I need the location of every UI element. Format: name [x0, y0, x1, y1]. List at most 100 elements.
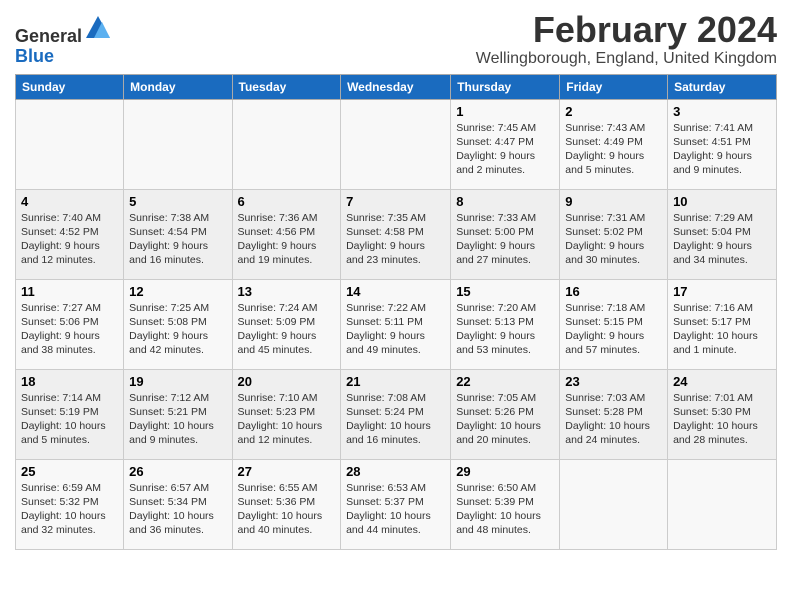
calendar-cell: 16 Sunrise: 7:18 AM Sunset: 5:15 PM Dayli…	[560, 279, 668, 369]
week-row-5: 25 Sunrise: 6:59 AM Sunset: 5:32 PM Dayli…	[16, 459, 777, 549]
weekday-header-saturday: Saturday	[668, 74, 777, 99]
day-number: 7	[346, 194, 445, 209]
calendar-cell: 27 Sunrise: 6:55 AM Sunset: 5:36 PM Dayli…	[232, 459, 341, 549]
cell-content: Sunrise: 6:57 AM Sunset: 5:34 PM Dayligh…	[129, 481, 226, 538]
calendar-table: SundayMondayTuesdayWednesdayThursdayFrid…	[15, 74, 777, 550]
calendar-cell: 2 Sunrise: 7:43 AM Sunset: 4:49 PM Daylig…	[560, 99, 668, 189]
calendar-cell: 20Sunrise: 7:10 AM Sunset: 5:23 PM Dayli…	[232, 369, 341, 459]
day-number: 3	[673, 104, 771, 119]
cell-content: Sunrise: 7:31 AM Sunset: 5:02 PM Dayligh…	[565, 211, 662, 268]
calendar-cell	[232, 99, 341, 189]
day-number: 24	[673, 374, 771, 389]
title-area: February 2024 Wellingborough, England, U…	[476, 10, 777, 68]
day-number: 27	[238, 464, 336, 479]
weekday-header-row: SundayMondayTuesdayWednesdayThursdayFrid…	[16, 74, 777, 99]
cell-content: Sunrise: 6:59 AM Sunset: 5:32 PM Dayligh…	[21, 481, 118, 538]
cell-content: Sunrise: 7:40 AM Sunset: 4:52 PM Dayligh…	[21, 211, 118, 268]
calendar-cell: 22Sunrise: 7:05 AM Sunset: 5:26 PM Dayli…	[451, 369, 560, 459]
cell-content: Sunrise: 7:18 AM Sunset: 5:15 PM Dayligh…	[565, 301, 662, 358]
main-title: February 2024	[476, 10, 777, 50]
calendar-cell: 23 Sunrise: 7:03 AM Sunset: 5:28 PM Dayli…	[560, 369, 668, 459]
calendar-cell: 5 Sunrise: 7:38 AM Sunset: 4:54 PM Daylig…	[124, 189, 232, 279]
calendar-cell	[16, 99, 124, 189]
week-row-2: 4 Sunrise: 7:40 AM Sunset: 4:52 PM Daylig…	[16, 189, 777, 279]
logo-blue: Blue	[15, 46, 54, 66]
day-number: 4	[21, 194, 118, 209]
day-number: 2	[565, 104, 662, 119]
cell-content: Sunrise: 7:38 AM Sunset: 4:54 PM Dayligh…	[129, 211, 226, 268]
weekday-header-wednesday: Wednesday	[341, 74, 451, 99]
calendar-cell: 3 Sunrise: 7:41 AM Sunset: 4:51 PM Daylig…	[668, 99, 777, 189]
day-number: 15	[456, 284, 554, 299]
cell-content: Sunrise: 7:03 AM Sunset: 5:28 PM Dayligh…	[565, 391, 662, 448]
calendar-cell: 11 Sunrise: 7:27 AM Sunset: 5:06 PM Dayli…	[16, 279, 124, 369]
calendar-cell	[124, 99, 232, 189]
day-number: 5	[129, 194, 226, 209]
cell-content: Sunrise: 7:12 AM Sunset: 5:21 PM Dayligh…	[129, 391, 226, 448]
calendar-cell: 12 Sunrise: 7:25 AM Sunset: 5:08 PM Dayli…	[124, 279, 232, 369]
day-number: 26	[129, 464, 226, 479]
calendar-cell: 10 Sunrise: 7:29 AM Sunset: 5:04 PM Dayli…	[668, 189, 777, 279]
cell-content: Sunrise: 7:20 AM Sunset: 5:13 PM Dayligh…	[456, 301, 554, 358]
cell-content: Sunrise: 6:50 AM Sunset: 5:39 PM Dayligh…	[456, 481, 554, 538]
cell-content: Sunrise: 7:43 AM Sunset: 4:49 PM Dayligh…	[565, 121, 662, 178]
cell-content: Sunrise: 7:10 AM Sunset: 5:23 PM Dayligh…	[238, 391, 336, 448]
calendar-cell: 19 Sunrise: 7:12 AM Sunset: 5:21 PM Dayli…	[124, 369, 232, 459]
calendar-cell	[341, 99, 451, 189]
cell-content: Sunrise: 7:05 AM Sunset: 5:26 PM Dayligh…	[456, 391, 554, 448]
day-number: 6	[238, 194, 336, 209]
day-number: 17	[673, 284, 771, 299]
cell-content: Sunrise: 7:08 AM Sunset: 5:24 PM Dayligh…	[346, 391, 445, 448]
calendar-cell: 26 Sunrise: 6:57 AM Sunset: 5:34 PM Dayli…	[124, 459, 232, 549]
day-number: 13	[238, 284, 336, 299]
calendar-cell: 6 Sunrise: 7:36 AM Sunset: 4:56 PM Daylig…	[232, 189, 341, 279]
day-number: 10	[673, 194, 771, 209]
cell-content: Sunrise: 7:41 AM Sunset: 4:51 PM Dayligh…	[673, 121, 771, 178]
day-number: 8	[456, 194, 554, 209]
day-number: 16	[565, 284, 662, 299]
week-row-1: 1 Sunrise: 7:45 AM Sunset: 4:47 PM Daylig…	[16, 99, 777, 189]
day-number: 29	[456, 464, 554, 479]
day-number: 11	[21, 284, 118, 299]
calendar-cell: 14Sunrise: 7:22 AM Sunset: 5:11 PM Dayli…	[341, 279, 451, 369]
day-number: 23	[565, 374, 662, 389]
cell-content: Sunrise: 7:35 AM Sunset: 4:58 PM Dayligh…	[346, 211, 445, 268]
calendar-cell: 28 Sunrise: 6:53 AM Sunset: 5:37 PM Dayli…	[341, 459, 451, 549]
cell-content: Sunrise: 7:36 AM Sunset: 4:56 PM Dayligh…	[238, 211, 336, 268]
weekday-header-thursday: Thursday	[451, 74, 560, 99]
day-number: 1	[456, 104, 554, 119]
cell-content: Sunrise: 6:55 AM Sunset: 5:36 PM Dayligh…	[238, 481, 336, 538]
calendar-cell: 18Sunrise: 7:14 AM Sunset: 5:19 PM Dayli…	[16, 369, 124, 459]
cell-content: Sunrise: 6:53 AM Sunset: 5:37 PM Dayligh…	[346, 481, 445, 538]
calendar-cell: 25 Sunrise: 6:59 AM Sunset: 5:32 PM Dayli…	[16, 459, 124, 549]
day-number: 19	[129, 374, 226, 389]
day-number: 28	[346, 464, 445, 479]
weekday-header-sunday: Sunday	[16, 74, 124, 99]
calendar-cell: 9Sunrise: 7:31 AM Sunset: 5:02 PM Daylig…	[560, 189, 668, 279]
day-number: 25	[21, 464, 118, 479]
calendar-cell: 8 Sunrise: 7:33 AM Sunset: 5:00 PM Daylig…	[451, 189, 560, 279]
calendar-cell: 24Sunrise: 7:01 AM Sunset: 5:30 PM Dayli…	[668, 369, 777, 459]
calendar-cell: 21Sunrise: 7:08 AM Sunset: 5:24 PM Dayli…	[341, 369, 451, 459]
calendar-cell	[668, 459, 777, 549]
cell-content: Sunrise: 7:16 AM Sunset: 5:17 PM Dayligh…	[673, 301, 771, 358]
cell-content: Sunrise: 7:24 AM Sunset: 5:09 PM Dayligh…	[238, 301, 336, 358]
cell-content: Sunrise: 7:27 AM Sunset: 5:06 PM Dayligh…	[21, 301, 118, 358]
weekday-header-tuesday: Tuesday	[232, 74, 341, 99]
cell-content: Sunrise: 7:33 AM Sunset: 5:00 PM Dayligh…	[456, 211, 554, 268]
header: General Blue February 2024 Wellingboroug…	[15, 10, 777, 68]
logo-icon	[84, 14, 112, 42]
subtitle: Wellingborough, England, United Kingdom	[476, 50, 777, 68]
cell-content: Sunrise: 7:45 AM Sunset: 4:47 PM Dayligh…	[456, 121, 554, 178]
calendar-cell: 13 Sunrise: 7:24 AM Sunset: 5:09 PM Dayli…	[232, 279, 341, 369]
cell-content: Sunrise: 7:25 AM Sunset: 5:08 PM Dayligh…	[129, 301, 226, 358]
day-number: 12	[129, 284, 226, 299]
cell-content: Sunrise: 7:14 AM Sunset: 5:19 PM Dayligh…	[21, 391, 118, 448]
calendar-cell: 4 Sunrise: 7:40 AM Sunset: 4:52 PM Daylig…	[16, 189, 124, 279]
cell-content: Sunrise: 7:29 AM Sunset: 5:04 PM Dayligh…	[673, 211, 771, 268]
cell-content: Sunrise: 7:22 AM Sunset: 5:11 PM Dayligh…	[346, 301, 445, 358]
calendar-cell: 29 Sunrise: 6:50 AM Sunset: 5:39 PM Dayli…	[451, 459, 560, 549]
calendar-cell	[560, 459, 668, 549]
logo-general: General	[15, 26, 82, 46]
weekday-header-friday: Friday	[560, 74, 668, 99]
